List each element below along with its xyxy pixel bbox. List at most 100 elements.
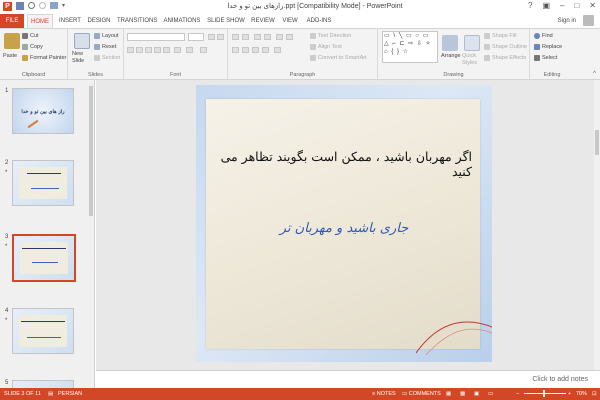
collapse-ribbon-icon[interactable]: ^ <box>593 71 596 77</box>
quick-styles-icon[interactable] <box>464 35 480 51</box>
notes-placeholder[interactable]: Click to add notes <box>532 376 588 383</box>
thumbnail-slide-3[interactable]: 3 * <box>0 234 90 296</box>
align-text-button[interactable]: Align Text <box>310 44 342 50</box>
thumbnail-slide-4[interactable]: 4 * <box>0 308 90 368</box>
shapes-gallery[interactable]: ▭ \ ╲ ▭ ○ ▭ △ ⌐ ⊏ ⇨ ⇩ ✧ ⌂ { } ☆ <box>382 31 438 63</box>
minimize-icon[interactable]: – <box>560 1 564 10</box>
tab-review[interactable]: REVIEW <box>250 14 276 28</box>
slide-title-text[interactable]: اگر مهربان باشید ، ممکن است بگویند تظاهر… <box>216 149 472 179</box>
ribbon-display-options-icon[interactable]: ▣ <box>542 1 550 10</box>
layout-button[interactable]: Layout <box>94 33 119 39</box>
proofing-icon[interactable]: ▤ <box>48 391 53 397</box>
shadow-icon[interactable] <box>154 47 161 53</box>
zoom-level[interactable]: 70% <box>576 391 587 397</box>
fit-slide-icon[interactable]: ⊡ <box>592 391 597 397</box>
slideshow-icon[interactable]: ▭ <box>488 391 493 397</box>
tab-view[interactable]: VIEW <box>280 14 300 28</box>
normal-view-icon[interactable]: ▦ <box>446 391 451 397</box>
slide-subtitle-text[interactable]: جاری باشید و مهربان تر <box>216 221 472 236</box>
bold-icon[interactable] <box>127 47 134 53</box>
zoom-slider-knob[interactable] <box>543 390 545 397</box>
undo-icon[interactable] <box>28 2 35 9</box>
comments-button[interactable]: ▭ COMMENTS <box>402 391 441 397</box>
slide-sorter-icon[interactable]: ▩ <box>460 391 465 397</box>
maximize-icon[interactable]: □ <box>574 1 579 10</box>
notes-button[interactable]: ≡ NOTES <box>372 391 396 397</box>
thumbnails-scrollbar[interactable] <box>88 80 94 388</box>
shape-fill-button[interactable]: Shape Fill <box>484 33 516 39</box>
reading-view-icon[interactable]: ▣ <box>474 391 479 397</box>
language-indicator[interactable]: PERSIAN <box>58 391 82 397</box>
text-direction-button[interactable]: Text Direction <box>310 33 351 39</box>
font-size-input[interactable] <box>188 33 204 41</box>
select-button[interactable]: Select <box>534 55 557 61</box>
scrollbar-thumb[interactable] <box>89 86 93 216</box>
font-color-icon[interactable] <box>200 47 207 53</box>
tab-insert[interactable]: INSERT <box>58 14 82 28</box>
justify-icon[interactable] <box>262 47 269 53</box>
decrease-indent-icon[interactable] <box>254 34 261 40</box>
convert-smartart-button[interactable]: Convert to SmartArt <box>310 55 367 61</box>
rtl-icon[interactable] <box>286 34 293 40</box>
align-right-icon[interactable] <box>252 47 259 53</box>
underline-icon[interactable] <box>145 47 152 53</box>
zoom-out-icon[interactable]: – <box>516 391 519 397</box>
char-spacing-icon[interactable] <box>174 47 181 53</box>
paste-icon[interactable] <box>4 33 20 49</box>
tab-add-ins[interactable]: ADD-INS <box>305 14 333 28</box>
save-icon[interactable] <box>16 2 24 10</box>
numbering-icon[interactable] <box>242 34 249 40</box>
editor-scrollbar[interactable] <box>594 80 600 370</box>
change-case-icon[interactable] <box>186 47 193 53</box>
replace-button[interactable]: Replace <box>534 44 562 50</box>
current-slide[interactable]: اگر مهربان باشید ، ممکن است بگویند تظاهر… <box>196 85 492 362</box>
scrollbar-thumb[interactable] <box>595 130 599 155</box>
new-slide-icon[interactable] <box>74 33 90 49</box>
align-left-icon[interactable] <box>232 47 239 53</box>
decrease-font-icon[interactable] <box>217 34 224 40</box>
find-button[interactable]: Find <box>534 33 553 39</box>
tab-animations[interactable]: ANIMATIONS <box>162 14 202 28</box>
redo-icon[interactable] <box>39 2 46 9</box>
tab-design[interactable]: DESIGN <box>86 14 112 28</box>
thumbnail-text-line <box>27 173 61 174</box>
section-button[interactable]: Section <box>94 55 120 61</box>
format-painter-button[interactable]: Format Painter <box>22 55 66 61</box>
tab-file[interactable]: FILE <box>0 14 24 28</box>
arrange-button[interactable]: Arrange <box>441 53 461 59</box>
thumbnail-slide-1[interactable]: 1 راز های بین تو و خدا <box>0 88 90 148</box>
bullets-icon[interactable] <box>232 34 239 40</box>
shape-outline-button[interactable]: Shape Outline <box>484 44 527 50</box>
tab-transitions[interactable]: TRANSITIONS <box>117 14 157 28</box>
increase-indent-icon[interactable] <box>264 34 271 40</box>
arrange-icon[interactable] <box>442 35 458 51</box>
avatar[interactable] <box>583 15 594 26</box>
new-slide-button[interactable]: New Slide <box>72 51 96 65</box>
reset-button[interactable]: Reset <box>94 44 116 50</box>
tab-home[interactable]: HOME <box>27 14 53 28</box>
zoom-in-icon[interactable]: + <box>568 391 571 397</box>
sign-in-link[interactable]: Sign in <box>558 14 576 28</box>
columns-icon[interactable] <box>274 47 281 53</box>
font-name-input[interactable] <box>127 33 185 41</box>
shape-effects-button[interactable]: Shape Effects <box>484 55 526 61</box>
notes-pane[interactable]: Click to add notes <box>96 370 600 388</box>
close-icon[interactable]: ✕ <box>589 1 596 10</box>
ltr-icon[interactable] <box>276 34 283 40</box>
customize-qat-icon[interactable]: ▾ <box>62 2 68 11</box>
start-from-beginning-icon[interactable] <box>50 2 58 9</box>
paste-button[interactable]: Paste <box>3 53 17 59</box>
paragraph-group: Text Direction Align Text Convert to Sma… <box>228 29 378 79</box>
cut-button[interactable]: Cut <box>22 33 39 39</box>
text-direction-icon <box>310 33 316 39</box>
help-icon[interactable]: ? <box>528 1 532 10</box>
strikethrough-icon[interactable] <box>163 47 170 53</box>
tab-slide-show[interactable]: SLIDE SHOW <box>207 14 245 28</box>
align-center-icon[interactable] <box>242 47 249 53</box>
thumbnail-slide-2[interactable]: 2 * <box>0 160 90 220</box>
copy-button[interactable]: Copy <box>22 44 43 50</box>
increase-font-icon[interactable] <box>208 34 215 40</box>
italic-icon[interactable] <box>136 47 143 53</box>
zoom-slider[interactable] <box>524 393 566 394</box>
quick-styles-button[interactable]: Quick Styles <box>462 53 484 67</box>
